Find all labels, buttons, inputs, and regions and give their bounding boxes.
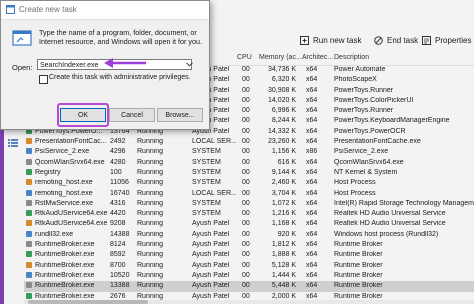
annotation-arrow xyxy=(104,58,146,68)
